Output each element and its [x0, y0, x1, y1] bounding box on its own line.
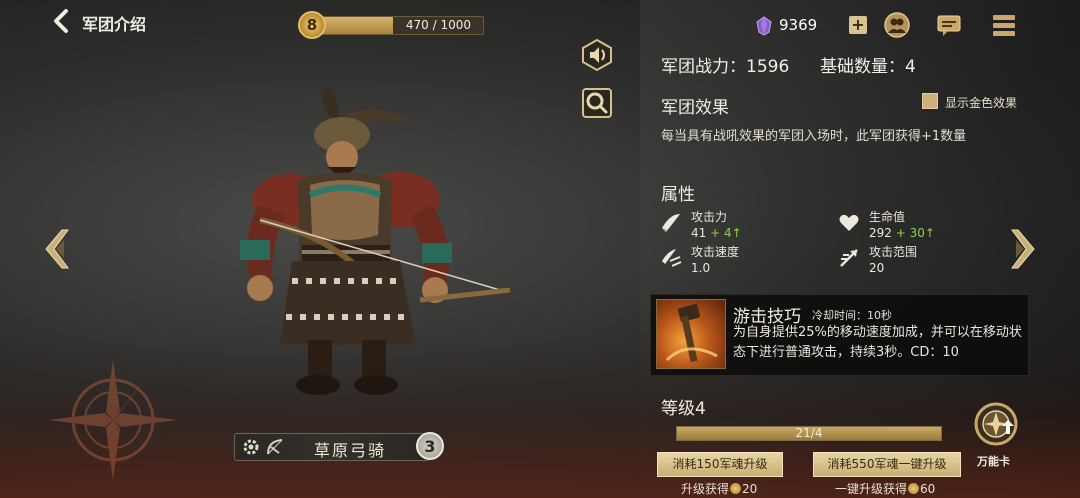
upgrade-reward-note: 升级获得 20	[681, 480, 757, 497]
one-click-reward-value: 60	[920, 482, 936, 496]
skill-icon[interactable]	[656, 299, 726, 369]
attack-range-value: 20	[869, 261, 885, 275]
attack-label: 攻击力	[691, 210, 728, 224]
legion-power-stat: 军团战力：1596	[661, 57, 790, 77]
health-label: 生命值	[869, 210, 906, 224]
attack-bonus: + 4↑	[710, 226, 742, 240]
show-gold-effect-checkbox[interactable]	[922, 93, 938, 109]
health-value-line: 292 + 30↑	[869, 226, 935, 240]
upgrade-reward-value: 20	[742, 482, 758, 496]
sword-slash-icon	[662, 214, 680, 232]
page-title: 军团介绍	[82, 15, 147, 34]
purple-gem-icon	[756, 16, 772, 36]
skill-description: 为自身提供25%的移动速度加成，并可以在移动状态下进行普通攻击，持续3秒。CD：…	[733, 325, 1022, 360]
next-unit-arrow-icon[interactable]	[1008, 228, 1038, 270]
attack-speed-label: 攻击速度	[691, 245, 740, 259]
player-level-badge: 8	[298, 11, 326, 39]
skill-cooldown: 冷却时间：10秒	[812, 309, 892, 322]
one-click-upgrade-button[interactable]: 消耗550军魂一键升级	[813, 452, 961, 477]
attack-range-label: 攻击范围	[869, 245, 918, 259]
magnifier-icon[interactable]	[580, 86, 614, 120]
unit-class-bow-icon	[267, 439, 283, 455]
unit-name: 草原弓骑	[314, 441, 387, 460]
one-click-reward-label: 一键升级获得	[835, 482, 908, 496]
base-count-stat: 基础数量：4	[820, 57, 916, 77]
level-progress-text: 21/4	[795, 426, 823, 440]
attribute-attack-speed: 攻击速度 1.0	[660, 243, 820, 281]
health-bonus: + 30↑	[895, 226, 935, 240]
attribute-health: 生命值 292 + 30↑	[838, 208, 998, 246]
player-xp-bar: 470 / 1000	[312, 16, 484, 35]
upgrade-reward-label: 升级获得	[681, 482, 730, 496]
attribute-attack-range: 攻击范围 20	[838, 243, 998, 281]
attack-speed-icon	[662, 249, 682, 267]
settings-gear-icon	[243, 439, 259, 455]
add-gems-button[interactable]: +	[849, 16, 867, 34]
unit-star-level-badge: 3	[416, 432, 444, 460]
omni-card-label: 万能卡	[977, 455, 1010, 468]
legion-effect-description: 每当具有战吼效果的军团入场时，此军团获得+1数量	[661, 129, 967, 144]
menu-icon[interactable]	[991, 12, 1017, 38]
friends-icon[interactable]	[884, 12, 910, 38]
upgrade-button[interactable]: 消耗150军魂升级	[657, 452, 783, 477]
coin-icon	[730, 483, 742, 494]
attack-speed-value: 1.0	[691, 261, 711, 275]
attributes-heading: 属性	[661, 185, 695, 205]
back-arrow-icon[interactable]	[50, 8, 72, 34]
range-arrow-icon	[840, 249, 858, 267]
attribute-attack: 攻击力 41 + 4↑	[660, 208, 820, 246]
heart-icon	[839, 214, 859, 231]
one-click-reward-note: 一键升级获得 60	[835, 480, 935, 497]
level-progress-bar: 21/4	[676, 426, 942, 441]
previous-unit-arrow-icon[interactable]	[42, 228, 72, 270]
show-gold-effect-label: 显示金色效果	[945, 96, 1018, 110]
sound-icon[interactable]	[580, 38, 614, 72]
coin-icon	[908, 483, 920, 494]
chat-icon[interactable]	[936, 12, 962, 38]
gem-count: 9369	[779, 16, 818, 34]
attack-value: 41	[691, 226, 707, 240]
steppe-horse-archer-portrait	[240, 87, 511, 395]
attack-value-line: 41 + 4↑	[691, 226, 742, 240]
level-heading: 等级4	[661, 399, 706, 419]
compass-emblem-icon	[48, 360, 178, 480]
legion-effect-heading: 军团效果	[661, 98, 729, 118]
hammer-strike-icon	[665, 304, 718, 363]
xp-text: 470 / 1000	[405, 18, 471, 32]
health-value: 292	[869, 226, 892, 240]
omni-card-icon[interactable]	[972, 400, 1020, 448]
